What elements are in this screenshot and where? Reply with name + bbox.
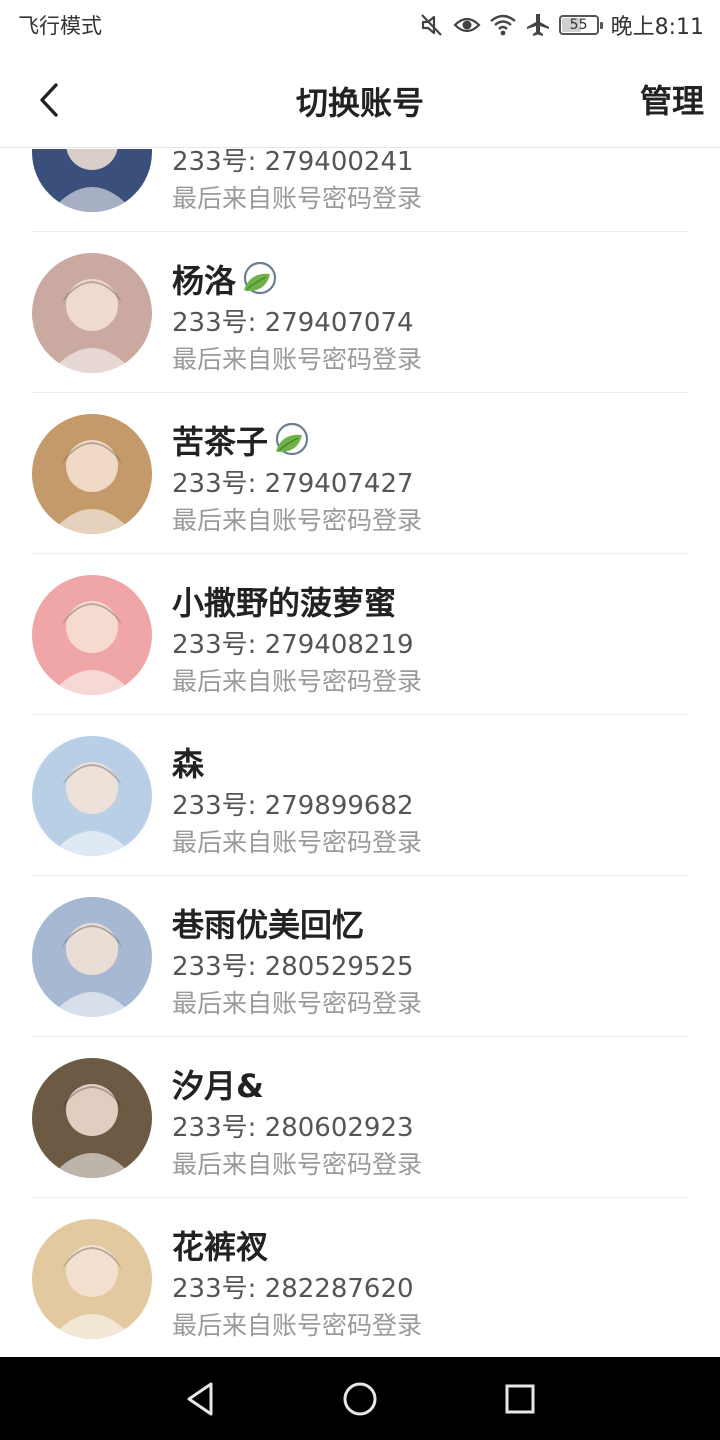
- account-id: 233号: 279407427: [172, 469, 414, 499]
- account-name: 森: [172, 739, 204, 785]
- square-recents-icon: [505, 1384, 535, 1414]
- account-id: 233号: 280602923: [172, 1113, 414, 1143]
- account-name-text: 花裤衩: [172, 1228, 269, 1266]
- account-list-item[interactable]: 苦茶子 233号: 279407427 最后来自账号密码登录: [32, 393, 688, 554]
- account-name: 花裤衩: [172, 1222, 268, 1268]
- avatar: [32, 575, 152, 695]
- account-id: 233号: 279899682: [172, 791, 414, 821]
- account-list-item[interactable]: 杨洛 233号: 279407074 最后来自账号密码登录: [32, 232, 688, 393]
- account-name: 苦茶子: [172, 417, 310, 463]
- mute-icon: [420, 14, 442, 36]
- triangle-back-icon: [187, 1382, 213, 1416]
- account-name: 巷雨优美回忆: [172, 900, 364, 946]
- account-list-content: 233号: 279400241 最后来自账号密码登录 杨洛 233号: 2794070…: [0, 149, 720, 1357]
- battery-level: 55: [569, 17, 588, 33]
- account-login-method: 最后来自账号密码登录: [172, 667, 423, 696]
- eye-icon: [453, 17, 481, 33]
- airplane-icon: [526, 14, 549, 36]
- account-name-text: 汐月&: [172, 1067, 264, 1105]
- account-id: 233号: 279407074: [172, 308, 414, 338]
- account-login-method: 最后来自账号密码登录: [172, 828, 423, 857]
- circle-home-icon: [343, 1382, 377, 1416]
- account-id: 233号: 280529525: [172, 952, 414, 982]
- account-login-method: 最后来自账号密码登录: [172, 989, 423, 1018]
- status-icons: 55 晚上8:11: [419, 8, 704, 42]
- wifi-icon: [489, 14, 516, 36]
- account-name: 杨洛: [172, 256, 278, 302]
- system-home-button[interactable]: [336, 1375, 384, 1423]
- status-time: 晚上8:11: [610, 15, 704, 40]
- account-name-text: 苦茶子: [172, 423, 269, 461]
- account-list-item[interactable]: 森 233号: 279899682 最后来自账号密码登录: [32, 715, 688, 876]
- account-login-method: 最后来自账号密码登录: [172, 1311, 423, 1340]
- avatar: [32, 1219, 152, 1339]
- account-id: 233号: 279400241: [172, 149, 414, 177]
- account-list-item[interactable]: 汐月& 233号: 280602923 最后来自账号密码登录: [32, 1037, 688, 1198]
- account-name-text: 森: [172, 745, 205, 783]
- account-login-method: 最后来自账号密码登录: [172, 1150, 423, 1179]
- airplane-mode-label: 飞行模式: [18, 14, 102, 38]
- account-name-text: 巷雨优美回忆: [172, 906, 365, 944]
- account-login-method: 最后来自账号密码登录: [172, 184, 423, 213]
- avatar: [32, 253, 152, 373]
- account-list[interactable]: 233号: 279400241 最后来自账号密码登录 杨洛 233号: 2794070…: [0, 149, 720, 1357]
- account-id: 233号: 279408219: [172, 630, 414, 660]
- avatar: [32, 414, 152, 534]
- system-nav-bar: [0, 1357, 720, 1440]
- nav-bar: 切换账号 管理: [0, 50, 720, 148]
- manage-button[interactable]: 管理: [640, 76, 704, 122]
- avatar: [32, 149, 152, 212]
- account-list-item[interactable]: 巷雨优美回忆 233号: 280529525 最后来自账号密码登录: [32, 876, 688, 1037]
- battery-icon: 55: [558, 15, 603, 35]
- account-list-item[interactable]: 233号: 279400241 最后来自账号密码登录: [32, 149, 688, 232]
- account-name: 汐月&: [172, 1061, 264, 1107]
- account-login-method: 最后来自账号密码登录: [172, 506, 423, 535]
- account-login-method: 最后来自账号密码登录: [172, 345, 423, 374]
- avatar: [32, 1058, 152, 1178]
- account-list-item[interactable]: 花裤衩 233号: 282287620 最后来自账号密码登录: [32, 1198, 688, 1357]
- avatar: [32, 736, 152, 856]
- system-back-button[interactable]: [176, 1375, 224, 1423]
- account-name: 小撒野的菠萝蜜: [172, 578, 396, 624]
- leaf-badge-icon: [240, 260, 278, 298]
- avatar: [32, 897, 152, 1017]
- account-list-item[interactable]: 小撒野的菠萝蜜 233号: 279408219 最后来自账号密码登录: [32, 554, 688, 715]
- system-recents-button[interactable]: [496, 1375, 544, 1423]
- status-bar: 飞行模式 55 晚上8:11: [0, 0, 720, 50]
- account-name-text: 小撒野的菠萝蜜: [172, 584, 397, 622]
- leaf-badge-icon: [272, 421, 310, 459]
- page-title: 切换账号: [295, 84, 424, 122]
- account-id: 233号: 282287620: [172, 1274, 414, 1304]
- account-name-text: 杨洛: [172, 262, 237, 300]
